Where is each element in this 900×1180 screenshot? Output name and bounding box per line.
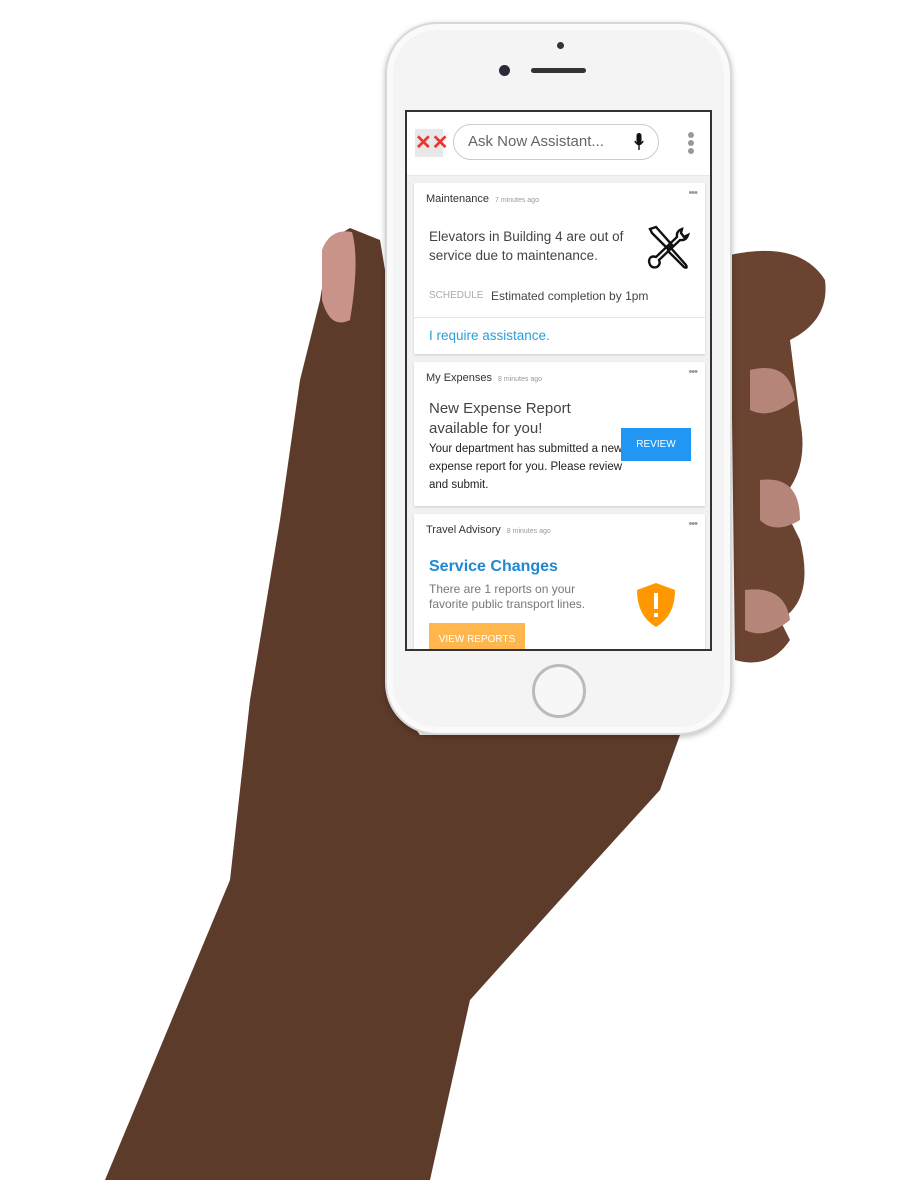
review-button[interactable]: REVIEW <box>621 428 691 461</box>
card-category: Maintenance <box>426 193 489 205</box>
card-more-icon[interactable]: ••• <box>688 518 698 530</box>
card-category: My Expenses <box>426 372 493 384</box>
earpiece <box>531 68 586 73</box>
travel-advisory-card: Travel Advisory 8 minutes ago ••• Service… <box>414 514 705 649</box>
card-time: 7 minutes ago <box>495 197 539 204</box>
search-input[interactable]: Ask Now Assistant... <box>453 124 659 160</box>
card-title: New Expense Report available for you! <box>429 400 571 437</box>
card-more-icon[interactable]: ••• <box>688 366 698 378</box>
phone-screen: ✕✕ Ask Now Assistant... Maintenance 7 min… <box>405 110 712 651</box>
top-bar: ✕✕ Ask Now Assistant... <box>407 112 710 176</box>
maintenance-card: Maintenance 7 minutes ago ••• Elevators i… <box>414 183 705 354</box>
view-reports-button[interactable]: VIEW REPORTS <box>429 623 525 649</box>
card-body: There are 1 reports on your favorite pub… <box>429 582 586 611</box>
warning-shield-icon <box>637 583 675 627</box>
card-more-icon[interactable]: ••• <box>688 187 698 199</box>
assistance-link[interactable]: I require assistance. <box>429 328 550 343</box>
tools-icon <box>647 225 691 269</box>
card-title: Service Changes <box>429 558 558 575</box>
schedule-label: SCHEDULE <box>429 290 484 301</box>
card-body: Elevators in Building 4 are out of servi… <box>429 229 624 263</box>
app-logo-icon[interactable]: ✕✕ <box>415 129 449 157</box>
expenses-card: My Expenses 8 minutes ago ••• New Expense… <box>414 362 705 506</box>
sensor <box>557 42 564 49</box>
microphone-icon[interactable] <box>634 133 644 151</box>
card-time: 8 minutes ago <box>498 376 543 383</box>
card-category: Travel Advisory <box>426 524 501 536</box>
thumb-nail <box>322 231 356 323</box>
schedule-text: Estimated completion by 1pm <box>491 289 649 303</box>
home-button[interactable] <box>532 664 586 718</box>
card-time: 8 minutes ago <box>506 528 551 535</box>
front-camera <box>499 65 510 76</box>
more-menu-icon[interactable] <box>688 132 694 156</box>
search-placeholder: Ask Now Assistant... <box>468 133 604 150</box>
card-body: Your department has submitted a new expe… <box>429 443 623 491</box>
